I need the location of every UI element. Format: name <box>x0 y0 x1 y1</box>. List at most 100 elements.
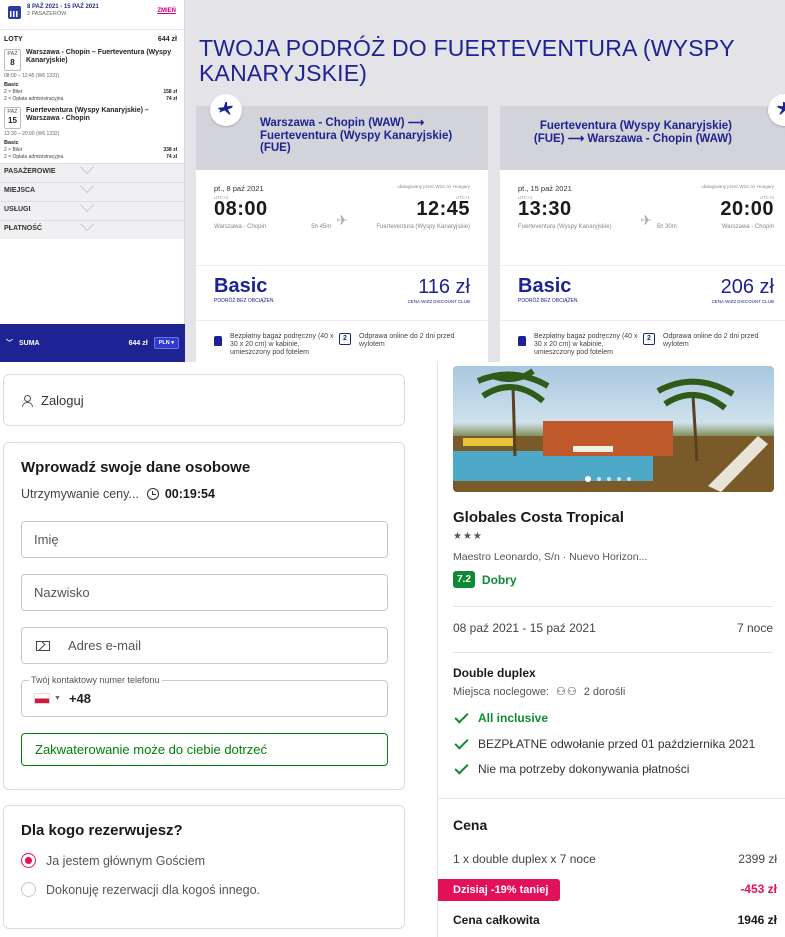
placeholder: Imię <box>34 532 59 547</box>
check-icon <box>454 759 469 775</box>
section-label: PASAŻEROWIE <box>4 168 56 175</box>
booking-for-section: Dla kogo rezerwujesz? Ja jestem głównym … <box>3 805 405 929</box>
feature-text: BEZPŁATNE odwołanie przed 01 październik… <box>478 737 756 751</box>
leg-month: PAŹ <box>7 51 18 57</box>
feature-all-inclusive: All inclusive <box>453 708 548 725</box>
section-seats[interactable]: MIEJSCA <box>0 178 184 201</box>
divider <box>453 652 773 653</box>
login-label: Zaloguj <box>41 392 84 408</box>
mail-icon <box>36 640 50 651</box>
carousel-dot[interactable] <box>627 477 631 481</box>
booking-sidebar: 8 PAŹ 2021 - 15 PAŹ 2021 2 PASAŻERÓW ZMI… <box>0 0 185 362</box>
fee-label: 2 × Opłata administracyjna <box>4 95 64 102</box>
price-line-label: 1 x double duplex x 7 noce <box>453 852 596 866</box>
carousel-dot-active[interactable] <box>585 476 591 482</box>
poland-flag-icon[interactable] <box>34 693 50 704</box>
currency-select[interactable]: PLN ▾ <box>153 337 179 349</box>
people-icon: ⚇⚇ <box>556 686 578 698</box>
caret-down-icon[interactable]: ▼ <box>54 695 61 702</box>
hotel-summary: Globales Costa Tropical ★★★ Maestro Leon… <box>437 362 785 937</box>
fee-row: 2 × Opłata administracyjna 74 zł <box>0 154 184 161</box>
calendar-icon <box>8 6 21 19</box>
chevron-down-icon <box>79 159 95 175</box>
bag-icon <box>518 336 526 346</box>
radio-icon[interactable] <box>21 882 36 897</box>
passenger-count: 2 PASAŻERÓW <box>27 11 67 17</box>
total-price: Cena całkowita 1946 zł <box>453 913 777 927</box>
leg-time: 13:30 – 20:00 (W6 1332) <box>4 131 60 137</box>
review-score: 7.2 Dobry <box>453 571 517 588</box>
fare-block[interactable]: Basic PODRÓŻ BEZ OBCIĄŻEŃ 116 zł CENA WI… <box>196 266 488 321</box>
flights-section-title: LOTY 644 zł <box>0 30 184 46</box>
fare-features: Bezpłatny bagaż podręczny (40 x 30 x 20 … <box>500 321 785 357</box>
carousel-dots[interactable] <box>585 476 631 482</box>
clock-icon <box>146 488 159 500</box>
chevron-down-icon <box>79 216 95 232</box>
flight-card-return: Fuerteventura (Wyspy Kanaryjskie) (FUE) … <box>500 94 785 362</box>
feature-text: Nie ma potrzeby dokonywania płatności <box>478 762 690 776</box>
plane-icon: ✈ <box>336 212 348 228</box>
sum-label: SUMA <box>19 339 40 347</box>
placeholder: Nazwisko <box>34 585 90 600</box>
date-box: PAŹ 15 <box>4 107 21 129</box>
hotel-address: Maestro Leonardo, S/n · Nuevo Horizon... <box>453 551 648 563</box>
feature-checkin: 2 Odprawa online do 2 dni przed wylotem <box>643 333 768 357</box>
card-header: Fuerteventura (Wyspy Kanaryjskie) (FUE) … <box>500 94 785 170</box>
discount-value: -453 zł <box>740 882 777 896</box>
chevron-down-icon <box>79 178 95 194</box>
plane-icon <box>210 94 242 126</box>
plane-icon: ✈ <box>640 212 652 228</box>
page: 8 PAŹ 2021 - 15 PAŹ 2021 2 PASAŻERÓW ZMI… <box>0 0 785 937</box>
email-input[interactable]: Adres e-mail <box>21 627 388 664</box>
plane-icon <box>768 94 785 126</box>
card-schedule: pt., 15 paź 2021 obsługiwany przez Wizz … <box>500 170 785 266</box>
fare-block[interactable]: Basic PODRÓŻ BEZ OBCIĄŻEŃ 206 zł CENA WI… <box>500 266 785 321</box>
stay-nights: 7 noce <box>736 621 773 635</box>
feature-checkin: 2 Odprawa online do 2 dni przed wylotem <box>339 333 464 357</box>
user-icon <box>21 394 33 407</box>
change-link[interactable]: ZMIEŃ <box>157 8 176 14</box>
flight-card-outbound: Warszawa - Chopin (WAW) ⟶ Fuerteventura … <box>196 94 488 362</box>
section-label: MIEJSCA <box>4 187 36 194</box>
radio-option-self[interactable]: Ja jestem głównym Gościem <box>21 853 387 868</box>
leg-day: 15 <box>8 116 17 125</box>
feature-text: Odprawa online do 2 dni przed wylotem <box>359 333 455 348</box>
phone-input[interactable]: ▼ +48 <box>21 680 388 717</box>
score-badge: 7.2 <box>453 571 475 588</box>
section-services[interactable]: USŁUGI <box>0 197 184 220</box>
hotel-photo[interactable] <box>453 366 774 492</box>
currency-value: PLN <box>158 340 170 346</box>
calendar-2-icon: 2 <box>339 333 351 345</box>
price-line: 1 x double duplex x 7 noce 2399 zł <box>453 852 777 866</box>
section-passengers[interactable]: PASAŻEROWIE <box>0 159 184 182</box>
first-name-input[interactable]: Imię <box>21 521 388 558</box>
carousel-dot[interactable] <box>607 477 611 481</box>
flights-total: 644 zł <box>157 36 177 43</box>
leg-fare: Basic <box>4 140 19 146</box>
fare-price: 116 zł <box>418 276 470 298</box>
sum-value: 644 zł <box>128 339 148 347</box>
card-route: Warszawa - Chopin (WAW) ⟶ Fuerteventura … <box>260 117 453 154</box>
card-operator: obsługiwany przez Wizz Air Hungary <box>701 184 774 189</box>
card-header: Warszawa - Chopin (WAW) ⟶ Fuerteventura … <box>196 94 488 170</box>
carousel-dot[interactable] <box>617 477 621 481</box>
notice-box: Zakwaterowanie może do ciebie dotrzeć <box>21 733 388 766</box>
login-button[interactable]: Zaloguj <box>3 374 405 426</box>
radio-selected-icon[interactable] <box>21 853 36 868</box>
discount-badge: Dzisiaj -19% taniej <box>438 879 560 901</box>
total-label: Cena całkowita <box>453 913 540 927</box>
carousel-dot[interactable] <box>597 477 601 481</box>
price-hold-timer: Utrzymywanie ceny... 00:19:54 <box>21 487 387 501</box>
card-operator: obsługiwany przez Wizz Air Hungary <box>397 184 470 189</box>
fare-club: CENA WIZZ DISCOUNT CLUB <box>711 299 774 304</box>
card-schedule: pt., 8 paź 2021 obsługiwany przez Wizz A… <box>196 170 488 266</box>
room-type: Double duplex <box>453 666 536 680</box>
last-name-input[interactable]: Nazwisko <box>21 574 388 611</box>
feature-bag: Bezpłatny bagaż podręczny (40 x 30 x 20 … <box>214 333 339 357</box>
radio-option-other[interactable]: Dokonuję rezerwacji dla kogoś innego. <box>21 882 387 897</box>
feature-text: Odprawa online do 2 dni przed wylotem <box>663 333 759 348</box>
divider <box>438 798 785 799</box>
section-payment[interactable]: PŁATNOŚĆ <box>0 216 184 239</box>
price-title: Cena <box>453 817 488 833</box>
sum-bar[interactable]: ﹀ SUMA 644 zł PLN ▾ <box>0 324 185 362</box>
